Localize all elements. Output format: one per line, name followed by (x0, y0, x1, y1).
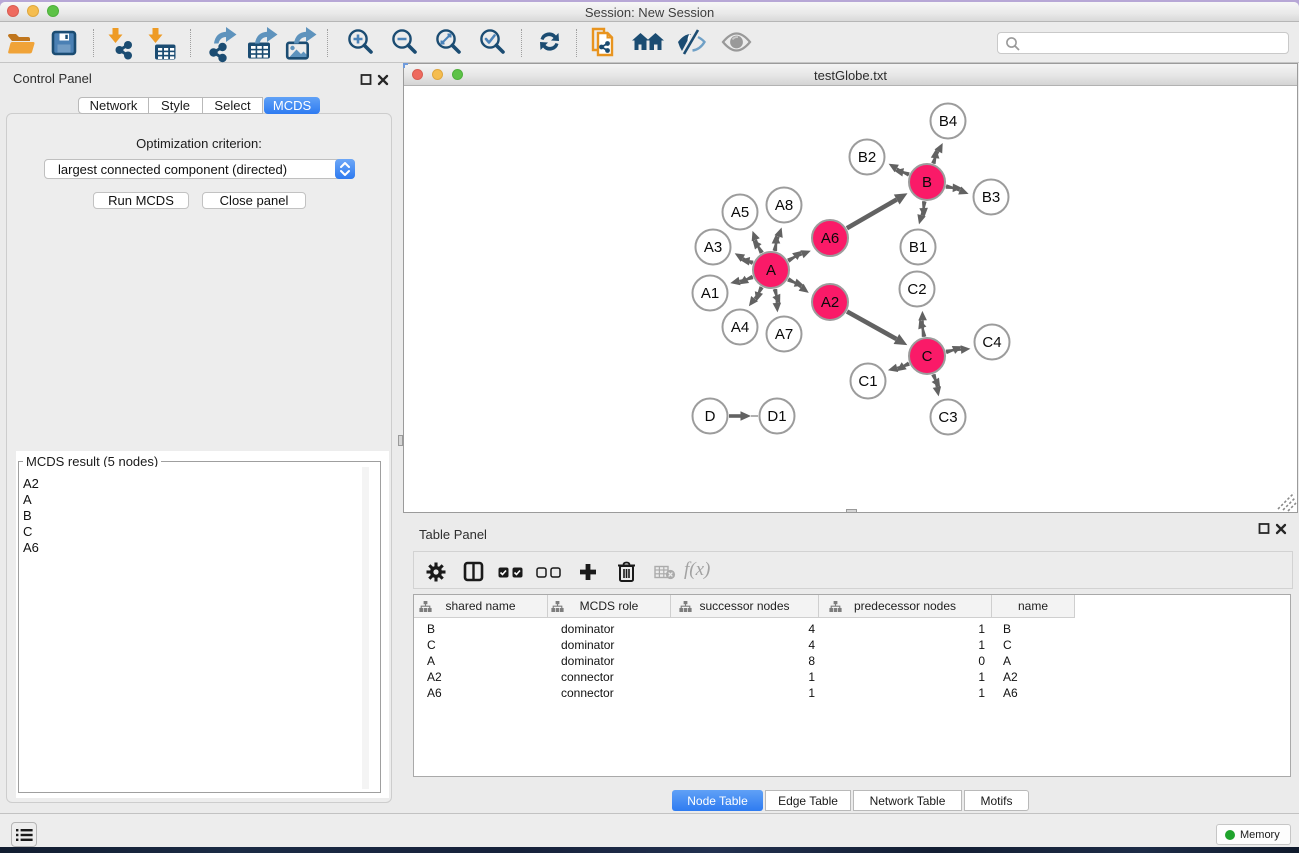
svg-text:A: A (766, 262, 776, 279)
svg-text:C3: C3 (938, 409, 957, 426)
svg-text:B: B (922, 174, 932, 191)
svg-text:A3: A3 (704, 239, 722, 256)
svg-text:B1: B1 (909, 239, 927, 256)
svg-text:C2: C2 (907, 281, 926, 298)
svg-text:A6: A6 (821, 230, 839, 247)
svg-text:A1: A1 (701, 285, 719, 302)
svg-text:B3: B3 (982, 189, 1000, 206)
svg-text:B4: B4 (939, 113, 957, 130)
svg-text:B2: B2 (858, 149, 876, 166)
svg-text:A5: A5 (731, 204, 749, 221)
svg-text:D1: D1 (767, 408, 786, 425)
svg-text:A4: A4 (731, 319, 749, 336)
svg-text:D: D (705, 408, 716, 425)
svg-text:C4: C4 (982, 334, 1001, 351)
svg-text:C1: C1 (858, 373, 877, 390)
svg-text:A2: A2 (821, 294, 839, 311)
svg-text:C: C (922, 348, 933, 365)
svg-text:A7: A7 (775, 326, 793, 343)
svg-text:A8: A8 (775, 197, 793, 214)
